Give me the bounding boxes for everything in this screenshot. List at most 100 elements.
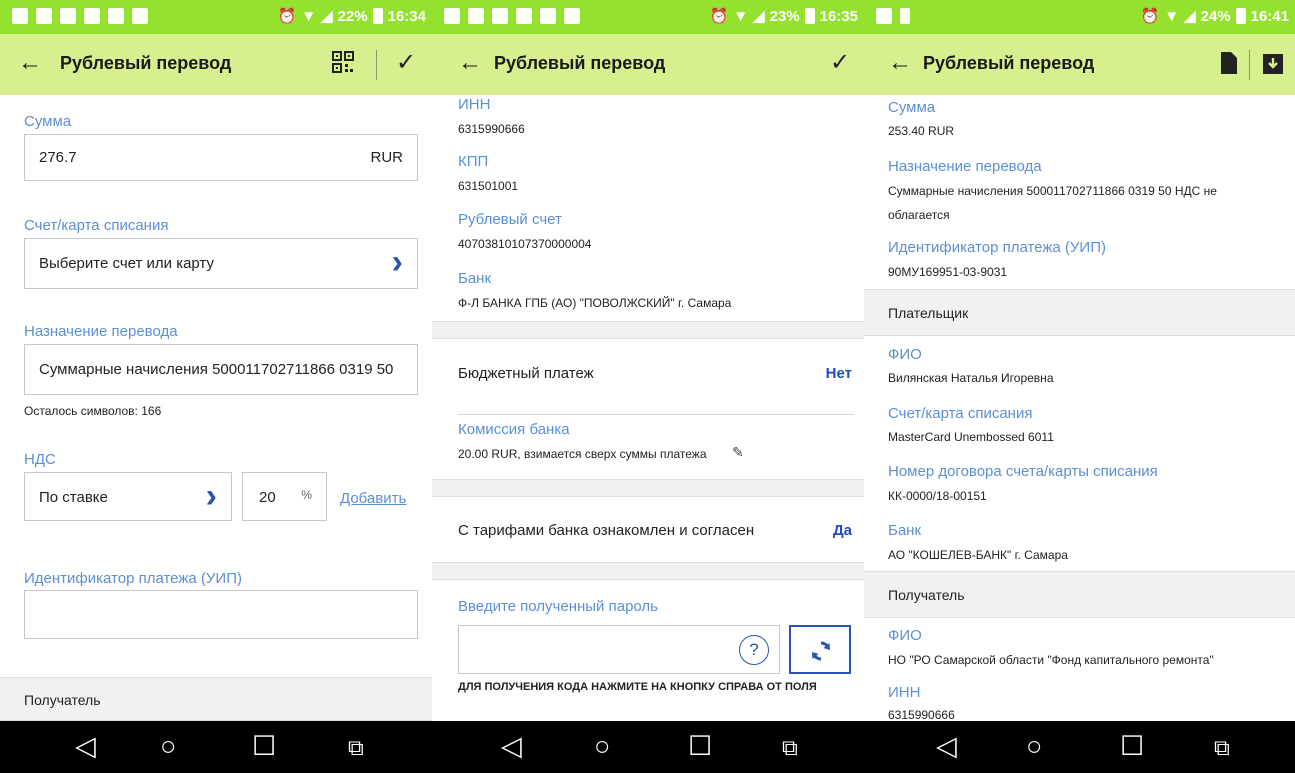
- home-circle-icon[interactable]: ○: [160, 731, 176, 761]
- status-bar: ⏰ ▼ ◢ 23% 16:35: [432, 0, 864, 34]
- recipient-fio-value: НО "РО Самарской области "Фонд капитальн…: [888, 653, 1214, 667]
- page-title: Рублевый перевод: [923, 53, 1095, 73]
- arrow-left-icon[interactable]: ←: [18, 48, 42, 78]
- purpose-label: Назначение перевода: [24, 323, 178, 340]
- percent-sign: %: [301, 488, 312, 502]
- wifi-icon: ▼: [1164, 7, 1180, 25]
- status-right: ⏰ ▼ ◢ 24% 16:41: [1141, 7, 1290, 26]
- check-icon[interactable]: ✓: [830, 48, 850, 78]
- back-triangle-icon[interactable]: ◁: [936, 731, 957, 761]
- recipient-section-title: Получатель: [888, 587, 965, 603]
- screen-mirror-icon[interactable]: ⧉: [348, 733, 364, 763]
- budget-payment-label: Бюджетный платеж: [458, 365, 594, 382]
- tariffs-value[interactable]: Да: [833, 522, 852, 539]
- screen-mirror-icon[interactable]: ⧉: [1214, 733, 1230, 763]
- section-divider: [432, 479, 864, 497]
- vat-rate-input[interactable]: 20 %: [242, 472, 327, 521]
- app-bar: ← Рублевый перевод ✓: [0, 34, 432, 95]
- message-icon: [108, 8, 124, 24]
- app-bar: ← Рублевый перевод: [864, 34, 1295, 95]
- arrow-left-icon[interactable]: ←: [888, 48, 912, 78]
- purpose-line-1: Суммарные начисления 500011702711866 031…: [888, 184, 1217, 198]
- notification-icon: [60, 8, 76, 24]
- download-icon[interactable]: [1263, 52, 1283, 82]
- recents-square-icon[interactable]: ☐: [688, 731, 712, 761]
- arrow-left-icon[interactable]: ←: [458, 48, 482, 78]
- kpp-value: 631501001: [458, 179, 519, 193]
- vat-mode-select[interactable]: По ставке ›: [24, 472, 232, 521]
- password-input[interactable]: ?: [458, 625, 780, 674]
- notification-icons: [444, 8, 580, 24]
- password-label: Введите полученный пароль: [458, 598, 658, 615]
- account-placeholder: Выберите счет или карту: [39, 255, 214, 272]
- help-icon[interactable]: ?: [739, 635, 769, 665]
- home-circle-icon[interactable]: ○: [1026, 731, 1042, 761]
- screen-transfer-review: ⏰ ▼ ◢ 23% 16:35 ← Рублевый перевод ✓ ИНН…: [432, 0, 864, 773]
- image-icon: [516, 8, 532, 24]
- pencil-icon[interactable]: ✎: [732, 444, 744, 461]
- inn-label: ИНН: [458, 96, 491, 113]
- purpose-line-2: облагается: [888, 208, 950, 222]
- account-label: Рублевый счет: [458, 211, 562, 228]
- account-select[interactable]: Выберите счет или карту ›: [24, 238, 418, 289]
- inn-value: 6315990666: [458, 122, 525, 136]
- document-icon[interactable]: [1221, 52, 1237, 82]
- amount-value: 276.7: [39, 149, 77, 166]
- amount-label: Сумма: [24, 113, 72, 130]
- divider: [376, 50, 377, 80]
- vat-label: НДС: [24, 451, 56, 468]
- alarm-icon: ⏰: [277, 8, 297, 25]
- kpp-label: КПП: [458, 153, 489, 170]
- battery-icon: [1235, 8, 1246, 24]
- status-right: ⏰ ▼ ◢ 23% 16:35: [709, 7, 859, 26]
- recipient-fio-label: ФИО: [888, 627, 922, 644]
- notification-icon: [12, 8, 28, 24]
- payer-section-title: Плательщик: [888, 305, 969, 321]
- uip-label: Идентификатор платежа (УИП): [24, 570, 242, 587]
- home-circle-icon[interactable]: ○: [594, 731, 610, 761]
- budget-payment-value[interactable]: Нет: [826, 365, 852, 382]
- chevron-right-icon: ›: [391, 243, 403, 281]
- app-bar: ← Рублевый перевод ✓: [432, 34, 864, 95]
- qr-code-icon[interactable]: [332, 51, 354, 81]
- recents-square-icon[interactable]: ☐: [1120, 731, 1144, 761]
- fee-label: Комиссия банка: [458, 421, 570, 438]
- screen-mirror-icon[interactable]: ⧉: [782, 733, 798, 763]
- battery-icon: [804, 8, 815, 24]
- payer-bank-value: АО "КОШЕЛЕВ-БАНК" г. Самара: [888, 548, 1068, 562]
- code-hint: Для получения кода нажмите на кнопку спр…: [458, 681, 817, 693]
- uip-input[interactable]: [24, 590, 418, 639]
- remaining-chars: Осталось символов: 166: [24, 404, 162, 418]
- notification-icons: [12, 8, 148, 24]
- divider: [1249, 50, 1250, 80]
- battery-percent: 22%: [337, 7, 368, 25]
- status-bar: ⏰ ▼ ◢ 24% 16:41: [864, 0, 1295, 34]
- payer-account-label: Счет/карта списания: [888, 405, 1033, 422]
- page-title: Рублевый перевод: [60, 53, 232, 73]
- uip-value: 90МУ169951-03-9031: [888, 265, 1008, 279]
- check-icon[interactable]: ✓: [396, 48, 416, 78]
- screen-transfer-details: ⏰ ▼ ◢ 24% 16:41 ← Рублевый перевод Сумма…: [864, 0, 1295, 773]
- amount-label: Сумма: [888, 99, 936, 116]
- wifi-icon: ▼: [733, 7, 749, 25]
- purpose-input[interactable]: Суммарные начисления 500011702711866 031…: [24, 344, 418, 395]
- refresh-code-button[interactable]: [789, 625, 851, 674]
- back-triangle-icon[interactable]: ◁: [75, 731, 96, 761]
- page-title: Рублевый перевод: [494, 53, 666, 73]
- alarm-icon: ⏰: [709, 8, 729, 25]
- account-label: Счет/карта списания: [24, 217, 169, 234]
- battery-icon: [372, 8, 383, 24]
- payer-section: Плательщик: [864, 289, 1295, 336]
- mail-icon: [468, 8, 484, 24]
- back-triangle-icon[interactable]: ◁: [501, 731, 522, 761]
- amount-input[interactable]: 276.7 RUR: [24, 134, 418, 181]
- nav-bar: ◁ ○ ☐ ⧉: [432, 721, 864, 773]
- recents-square-icon[interactable]: ☐: [252, 731, 276, 761]
- nav-bar: ◁ ○ ☐ ⧉: [0, 721, 432, 773]
- wifi-icon: ▼: [301, 7, 317, 25]
- add-vat-link[interactable]: Добавить: [340, 490, 406, 507]
- screen-transfer-form: ⏰ ▼ ◢ 22% 16:34 ← Рублевый перевод ✓ Сум…: [0, 0, 432, 773]
- flag-icon: [564, 8, 580, 24]
- vat-mode: По ставке: [39, 489, 108, 506]
- purpose-value: Суммарные начисления 500011702711866 031…: [39, 361, 394, 378]
